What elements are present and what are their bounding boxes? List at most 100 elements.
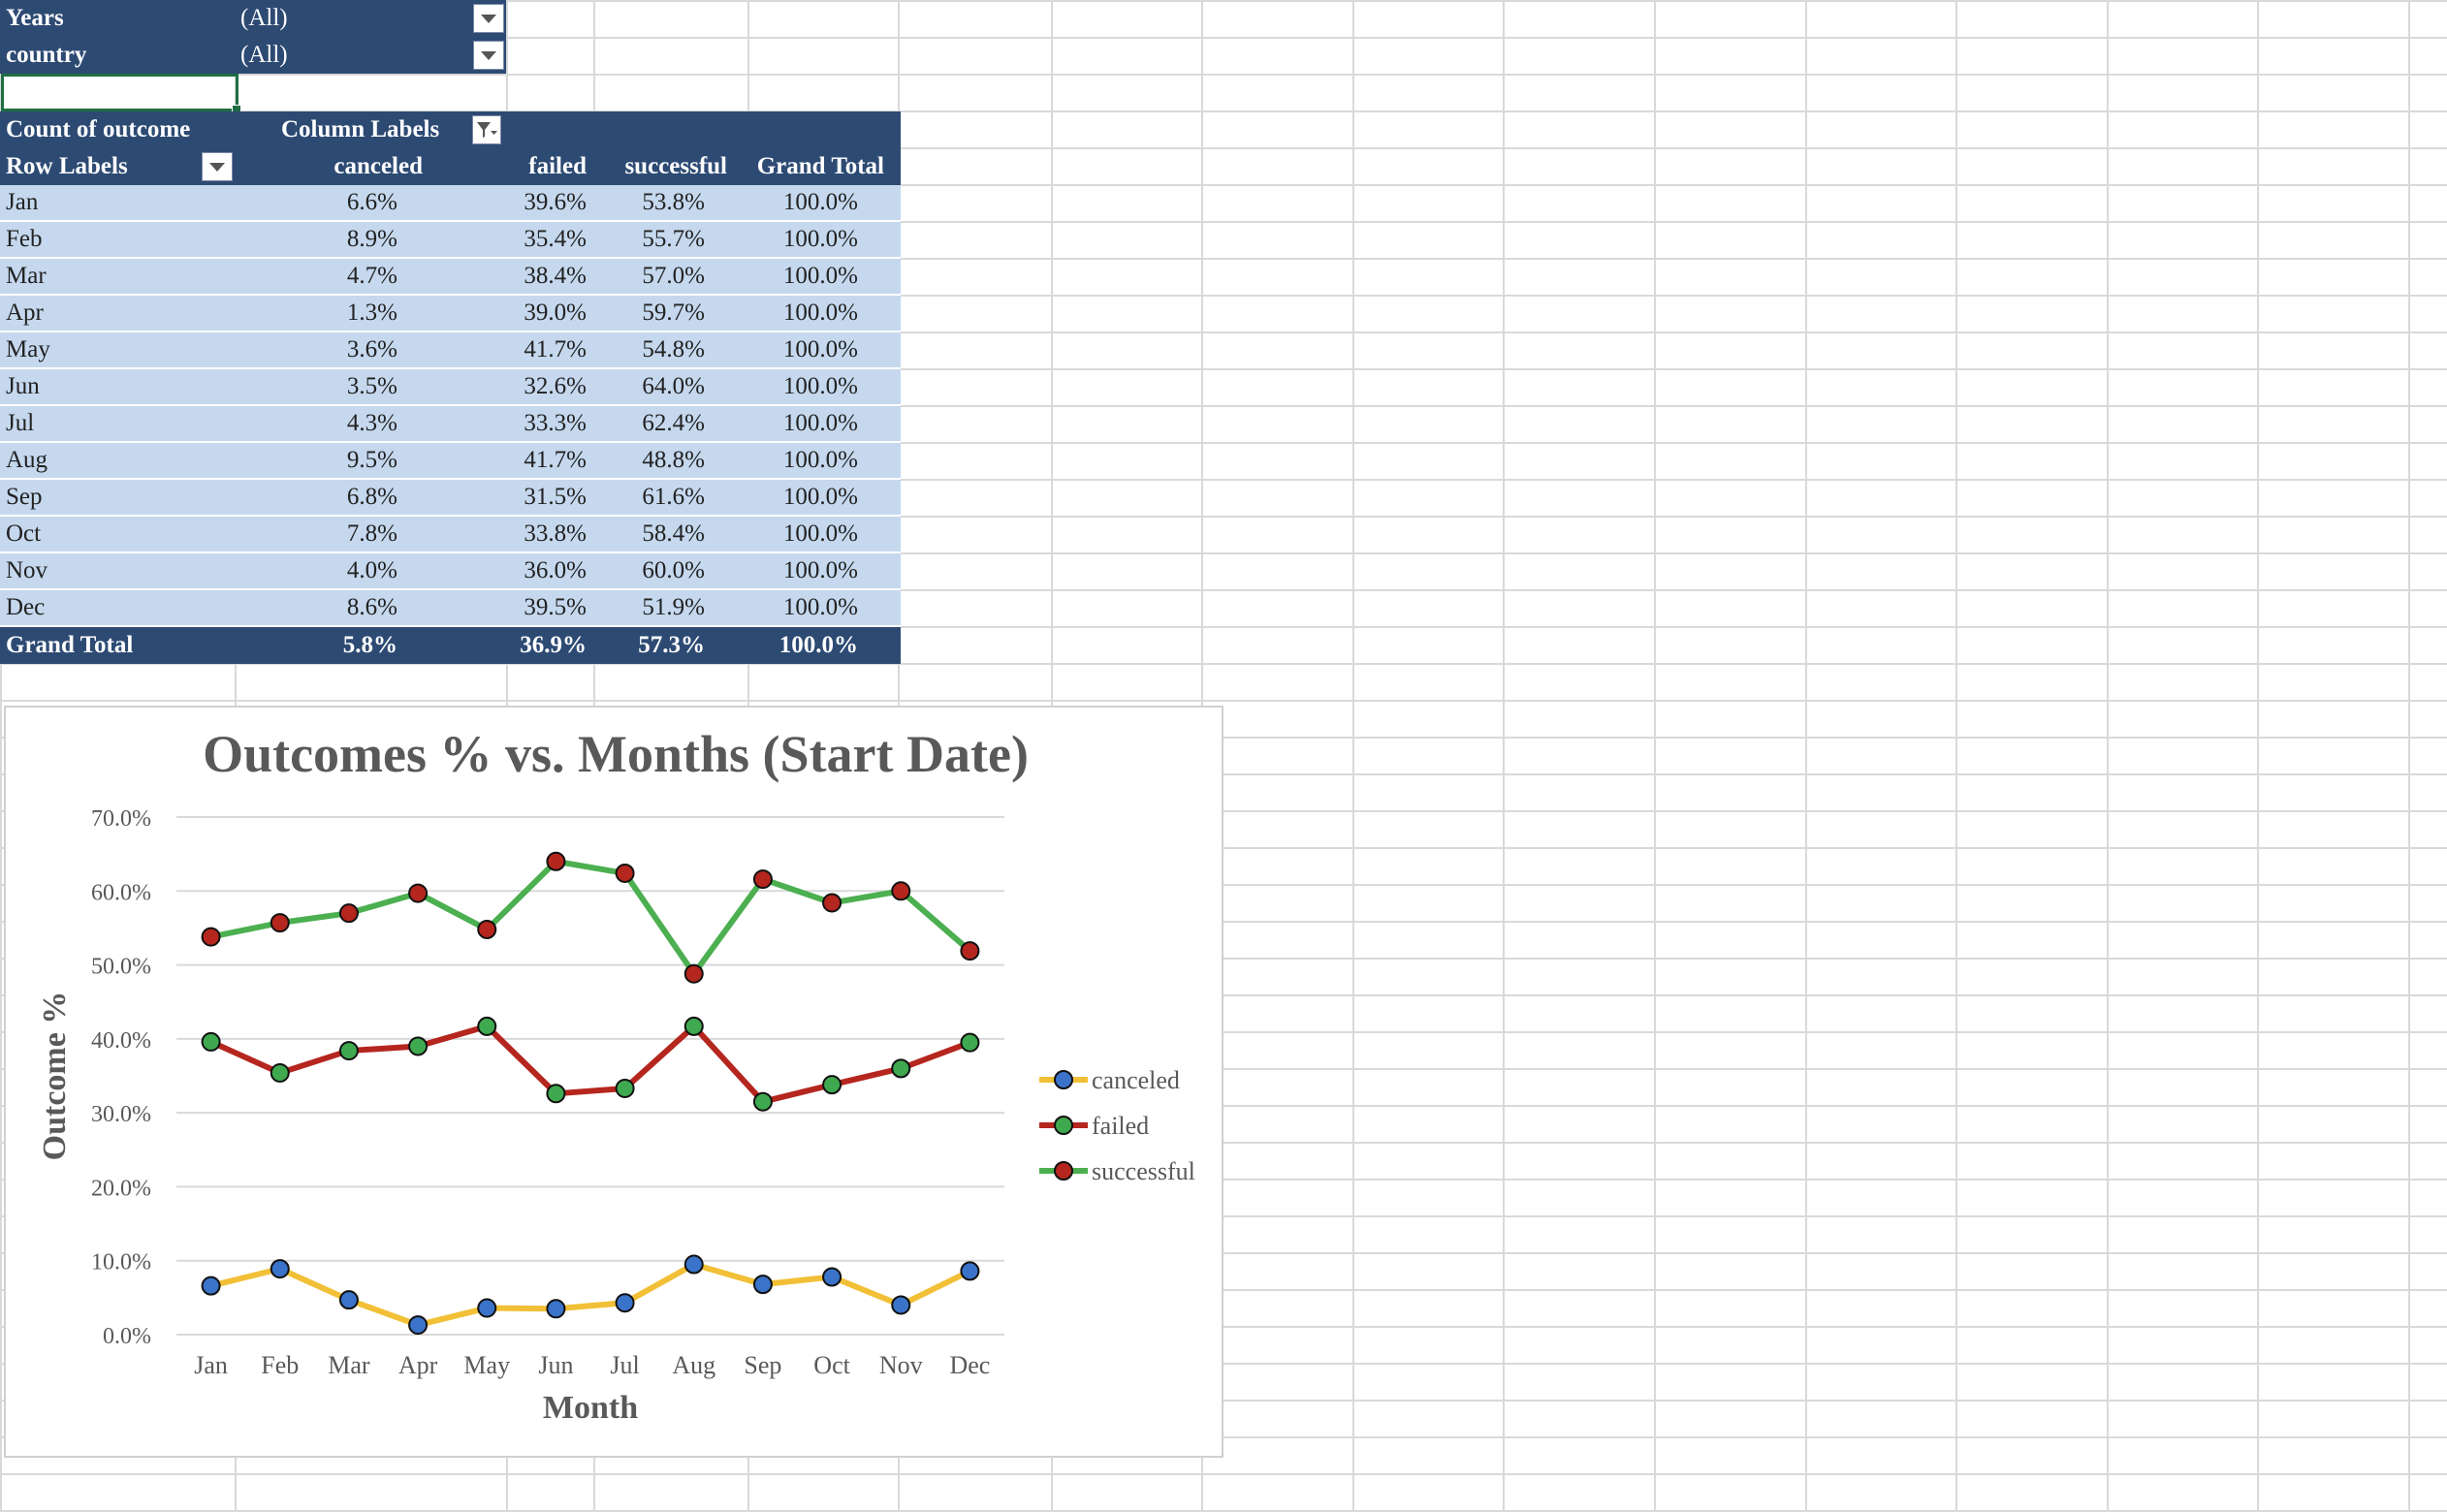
y-tick-label: 40.0% — [91, 1028, 151, 1054]
cell-canceled: 8.6% — [346, 594, 397, 620]
data-point-failed — [615, 1078, 635, 1098]
data-point-successful — [270, 913, 290, 933]
data-point-canceled — [615, 1293, 635, 1313]
y-tick-label: 20.0% — [91, 1176, 151, 1201]
row-label: May — [6, 336, 50, 362]
cell-failed: 32.6% — [524, 373, 587, 399]
y-axis-label: Outcome % — [37, 992, 73, 1161]
cell-grand-total: 100.0% — [782, 373, 858, 399]
filter-value: (All) — [240, 42, 288, 68]
pivot-row-may: May 3.6% 41.7% 54.8% 100.0% — [0, 332, 901, 369]
data-point-failed — [477, 1016, 497, 1036]
cell-grand-total: 100.0% — [782, 520, 858, 547]
pivot-header-row-1: Count of outcome Column Labels — [0, 111, 901, 148]
cell-grand-total: 100.0% — [782, 410, 858, 436]
data-point-canceled — [683, 1254, 704, 1275]
cell-grand-total: 100.0% — [782, 484, 858, 510]
data-point-successful — [477, 919, 497, 939]
data-point-canceled — [201, 1276, 221, 1296]
col-header-grand-total: Grand Total — [756, 153, 884, 179]
row-label: Dec — [6, 594, 46, 620]
data-point-failed — [822, 1075, 842, 1095]
cell-failed: 38.4% — [524, 263, 587, 289]
data-point-successful — [546, 851, 566, 871]
cell-grand-total: 100.0% — [782, 594, 858, 620]
row-label: Apr — [6, 299, 44, 326]
y-tick-label: 0.0% — [103, 1324, 151, 1349]
y-tick-label: 60.0% — [91, 880, 151, 905]
col-header-successful: successful — [624, 153, 727, 179]
row-label: Mar — [6, 263, 47, 289]
data-point-canceled — [752, 1275, 773, 1295]
pivot-row-apr: Apr 1.3% 39.0% 59.7% 100.0% — [0, 296, 901, 332]
cell-grand-total: 100.0% — [782, 447, 858, 473]
cell-canceled: 9.5% — [346, 447, 397, 473]
column-labels-header: Column Labels — [281, 116, 440, 142]
dropdown-arrow-icon[interactable] — [202, 152, 233, 181]
cell-failed: 33.3% — [524, 410, 587, 436]
pivot-row-oct: Oct 7.8% 33.8% 58.4% 100.0% — [0, 517, 901, 553]
legend-marker-failed — [1054, 1116, 1073, 1135]
outcomes-line-chart[interactable]: Outcomes % vs. Months (Start Date) 0.0% 10… — [4, 706, 1224, 1458]
data-point-failed — [201, 1031, 221, 1052]
legend-label-successful: successful — [1092, 1157, 1195, 1185]
cell-successful: 48.8% — [642, 447, 705, 473]
dropdown-arrow-icon[interactable] — [473, 41, 504, 70]
cell-successful: 64.0% — [642, 373, 705, 399]
cell-successful: 62.4% — [642, 410, 705, 436]
cell-successful: 54.8% — [642, 336, 705, 362]
dropdown-arrow-icon[interactable] — [473, 4, 504, 33]
filter-funnel-icon[interactable] — [472, 115, 501, 144]
cell-canceled: 4.7% — [346, 263, 397, 289]
cell-failed: 36.0% — [524, 557, 587, 583]
x-tick-label: Jan — [194, 1351, 228, 1379]
row-label: Sep — [6, 484, 43, 510]
filter-label: country — [6, 42, 87, 68]
filter-country: country (All) — [0, 37, 506, 74]
cell-canceled: 8.9% — [346, 226, 397, 252]
cell-failed: 35.4% — [524, 226, 587, 252]
cell-failed: 39.6% — [524, 189, 587, 215]
x-tick-label: Dec — [949, 1351, 990, 1379]
selected-cell[interactable] — [1, 74, 241, 114]
cell-grand-total: 100.0% — [782, 263, 858, 289]
row-label: Oct — [6, 520, 42, 547]
cell-successful: 57.0% — [642, 263, 705, 289]
data-point-successful — [201, 927, 221, 947]
pivot-row-jul: Jul 4.3% 33.3% 62.4% 100.0% — [0, 406, 901, 443]
data-point-successful — [683, 963, 704, 984]
data-point-canceled — [270, 1259, 290, 1279]
y-tick-label: 30.0% — [91, 1102, 151, 1127]
cell-grand-total: 100.0% — [779, 632, 858, 658]
pivot-row-feb: Feb 8.9% 35.4% 55.7% 100.0% — [0, 222, 901, 259]
series-line-successful — [209, 858, 972, 977]
cell-failed: 36.9% — [520, 632, 587, 658]
x-tick-label: May — [463, 1351, 510, 1379]
row-label: Aug — [6, 447, 48, 473]
legend-label-failed: failed — [1092, 1112, 1149, 1140]
data-point-successful — [408, 883, 429, 903]
filter-value: (All) — [240, 5, 288, 31]
data-point-canceled — [477, 1298, 497, 1318]
row-labels-header: Row Labels — [6, 153, 128, 179]
legend-marker-canceled — [1054, 1070, 1073, 1089]
cell-grand-total: 100.0% — [782, 557, 858, 583]
x-tick-label: Apr — [398, 1351, 438, 1379]
data-point-successful — [338, 903, 359, 924]
cell-failed: 41.7% — [524, 336, 587, 362]
legend-marker-successful — [1054, 1161, 1073, 1181]
cell-successful: 59.7% — [642, 299, 705, 326]
data-point-failed — [960, 1032, 980, 1053]
cell-canceled: 4.3% — [346, 410, 397, 436]
cell-failed: 31.5% — [524, 484, 587, 510]
cell-grand-total: 100.0% — [782, 226, 858, 252]
x-tick-label: Jul — [610, 1351, 639, 1379]
x-tick-label: Oct — [813, 1351, 850, 1379]
pivot-row-nov: Nov 4.0% 36.0% 60.0% 100.0% — [0, 553, 901, 590]
cell-canceled: 3.5% — [346, 373, 397, 399]
data-point-canceled — [960, 1261, 980, 1281]
row-label: Jan — [6, 189, 39, 215]
cell-grand-total: 100.0% — [782, 336, 858, 362]
data-point-successful — [752, 869, 773, 890]
data-point-failed — [270, 1062, 290, 1083]
